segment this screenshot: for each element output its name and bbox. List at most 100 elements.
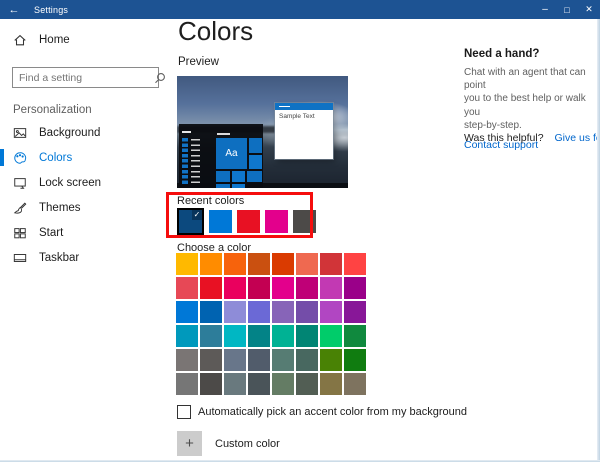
accent-color-swatch[interactable] (224, 253, 246, 275)
sidebar-item-themes[interactable]: Themes (0, 195, 170, 220)
accent-color-swatch[interactable] (176, 325, 198, 347)
sidebar-item-label: Home (39, 34, 70, 46)
accent-color-swatch[interactable] (176, 373, 198, 395)
accent-color-swatch[interactable] (224, 277, 246, 299)
accent-color-swatch[interactable] (200, 325, 222, 347)
accent-color-swatch[interactable] (224, 325, 246, 347)
accent-color-swatch[interactable] (248, 253, 270, 275)
recent-color-swatch[interactable]: ✓ (177, 208, 204, 235)
accent-color-swatch[interactable] (176, 301, 198, 323)
section-personalization: Personalization (13, 104, 92, 116)
accent-color-swatch[interactable] (320, 277, 342, 299)
accent-color-swatch[interactable] (200, 253, 222, 275)
accent-color-swatch[interactable] (272, 277, 294, 299)
tile-sample-text: Aa (225, 148, 237, 159)
sample-text: Sample Text (275, 110, 333, 120)
maximize-button[interactable]: □ (556, 0, 578, 19)
accent-color-swatch[interactable] (296, 301, 318, 323)
sidebar-item-lock-screen[interactable]: Lock screen (0, 170, 170, 195)
preview-sample-window: Sample Text (275, 103, 333, 159)
preview-tile (216, 171, 230, 182)
accent-color-swatch[interactable] (248, 373, 270, 395)
recent-color-swatch[interactable] (293, 210, 316, 233)
accent-color-swatch[interactable] (224, 349, 246, 371)
accent-color-swatch[interactable] (344, 325, 366, 347)
accent-color-swatch[interactable] (248, 277, 270, 299)
accent-color-swatch[interactable] (344, 349, 366, 371)
accent-color-swatch[interactable] (176, 349, 198, 371)
theme-preview-image: Aa Sample Text (177, 76, 348, 188)
accent-color-swatch[interactable] (320, 373, 342, 395)
recent-color-swatch[interactable] (209, 210, 232, 233)
recent-colors-row: ✓ (177, 208, 316, 235)
accent-color-swatch[interactable] (248, 349, 270, 371)
preview-accent-tile: Aa (216, 138, 247, 169)
preview-tile (249, 155, 262, 170)
accent-color-swatch[interactable] (200, 277, 222, 299)
sidebar-nav: Background Colors (0, 120, 170, 270)
recent-color-swatch[interactable] (237, 210, 260, 233)
minimize-button[interactable]: – (534, 0, 556, 19)
accent-color-swatch[interactable] (344, 301, 366, 323)
accent-color-swatch[interactable] (248, 301, 270, 323)
accent-color-grid (176, 253, 366, 395)
accent-color-swatch[interactable] (176, 253, 198, 275)
recent-color-swatch[interactable] (265, 210, 288, 233)
search-input[interactable] (13, 72, 154, 84)
search-icon[interactable] (154, 72, 166, 84)
accent-color-swatch[interactable] (296, 373, 318, 395)
accent-color-swatch[interactable] (272, 301, 294, 323)
help-body-line: you to the best help or walk you (464, 92, 590, 118)
back-arrow-icon[interactable]: ← (0, 4, 28, 16)
give-feedback-link[interactable]: Give us feedback (555, 132, 600, 144)
sidebar-item-taskbar[interactable]: Taskbar (0, 245, 170, 270)
preview-start-menu: Aa (179, 124, 263, 188)
sidebar-item-background[interactable]: Background (0, 120, 170, 145)
help-body-line: Chat with an agent that can point (464, 66, 590, 92)
accent-color-swatch[interactable] (320, 301, 342, 323)
accent-color-swatch[interactable] (296, 349, 318, 371)
accent-color-swatch[interactable] (200, 349, 222, 371)
accent-color-swatch[interactable] (224, 301, 246, 323)
paintbrush-icon (13, 200, 28, 215)
sidebar-item-colors[interactable]: Colors (0, 145, 170, 170)
accent-color-swatch[interactable] (296, 277, 318, 299)
accent-color-swatch[interactable] (272, 325, 294, 347)
auto-accent-checkbox-row[interactable]: Automatically pick an accent color from … (177, 405, 467, 419)
accent-color-swatch[interactable] (320, 325, 342, 347)
accent-color-swatch[interactable] (176, 277, 198, 299)
accent-color-swatch[interactable] (296, 325, 318, 347)
search-box[interactable] (12, 67, 159, 88)
accent-color-swatch[interactable] (224, 373, 246, 395)
start-menu-rail-labels (191, 139, 200, 183)
accent-color-swatch[interactable] (272, 349, 294, 371)
checkbox[interactable] (177, 405, 191, 419)
sidebar-item-home[interactable]: Home (0, 27, 170, 52)
sample-window-titlebar (275, 103, 333, 110)
accent-color-swatch[interactable] (320, 349, 342, 371)
accent-color-swatch[interactable] (200, 373, 222, 395)
sidebar-item-label: Lock screen (39, 177, 101, 189)
accent-color-swatch[interactable] (272, 253, 294, 275)
window-title: Settings (34, 5, 68, 15)
accent-color-swatch[interactable] (320, 253, 342, 275)
accent-color-swatch[interactable] (344, 373, 366, 395)
plus-icon[interactable]: + (177, 431, 202, 456)
check-icon: ✓ (192, 210, 202, 220)
checkbox-label[interactable]: Automatically pick an accent color from … (198, 406, 467, 418)
palette-icon (13, 150, 28, 165)
accent-color-swatch[interactable] (296, 253, 318, 275)
accent-color-swatch[interactable] (248, 325, 270, 347)
sidebar-item-start[interactable]: Start (0, 220, 170, 245)
home-icon (13, 32, 28, 47)
close-button[interactable]: ✕ (578, 0, 600, 19)
preview-tile (249, 138, 262, 153)
custom-color-button[interactable]: + Custom color (177, 431, 280, 456)
accent-color-swatch[interactable] (200, 301, 222, 323)
accent-color-swatch[interactable] (272, 373, 294, 395)
help-title: Need a hand? (464, 48, 590, 60)
preview-tile (232, 184, 245, 188)
was-helpful-label: Was this helpful? (464, 132, 544, 144)
accent-color-swatch[interactable] (344, 253, 366, 275)
accent-color-swatch[interactable] (344, 277, 366, 299)
